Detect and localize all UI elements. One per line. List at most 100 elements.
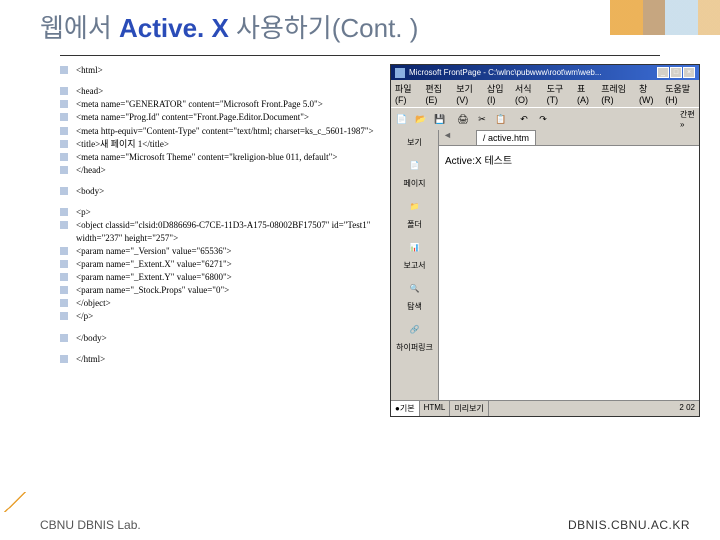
footer-left: CBNU DBNIS Lab. [40, 518, 141, 532]
menubar: 파일(F) 편집(E) 보기(V) 삽입(I) 서식(O) 도구(T) 표(A) 프레임(R)… [391, 80, 699, 107]
code-line: <meta http-equiv="Content-Type" content=… [60, 125, 375, 137]
menu-item[interactable]: 보기(V) [456, 82, 479, 105]
code-text: <body> [76, 185, 104, 197]
work-area: 보기 📄페이지📁폴더📊보고서🔍탐색🔗하이퍼링크 ◄ / active.htm Ac… [391, 130, 699, 400]
bullet-icon [60, 299, 68, 307]
frontpage-window: Microsoft FrontPage - C:\wlnc\pubwww\roo… [390, 64, 700, 417]
sidebar-item: 보기 [391, 134, 438, 151]
menu-item[interactable]: 편집(E) [425, 82, 448, 105]
print-button[interactable]: 🖨 [454, 110, 472, 128]
bullet-icon [60, 100, 68, 108]
bullet-icon [60, 355, 68, 363]
sidebar-item[interactable]: 📊보고서 [391, 233, 438, 274]
close-button[interactable]: × [683, 67, 695, 78]
bullet-icon [60, 312, 68, 320]
bullet-icon [60, 273, 68, 281]
code-listing: <html> <head><meta name="GENERATOR" conte… [60, 64, 375, 417]
sidebar-item[interactable]: 🔍탐색 [391, 274, 438, 315]
code-line: <param name="_Extent.Y" value="6800"> [60, 271, 375, 283]
sidebar-item[interactable]: 📄페이지 [391, 151, 438, 192]
view-html-tab[interactable]: HTML [420, 401, 451, 416]
menu-item[interactable]: 도움말(H) [665, 82, 695, 105]
view-normal-tab[interactable]: ●기본 [391, 401, 420, 416]
footer: CBNU DBNIS Lab. DBNIS.CBNU.AC.KR [0, 518, 720, 532]
code-text: <param name="_Extent.X" value="6271"> [76, 258, 232, 270]
sidebar-label: 폴더 [391, 219, 438, 230]
header-rule [60, 55, 660, 56]
status-right: 2 02 [675, 401, 699, 416]
app-icon [395, 68, 405, 78]
header-decoration [610, 0, 720, 35]
views-sidebar: 보기 📄페이지📁폴더📊보고서🔍탐색🔗하이퍼링크 [391, 130, 439, 400]
menu-item[interactable]: 파일(F) [395, 82, 417, 105]
corner-decoration [0, 492, 30, 512]
code-text: </html> [76, 353, 105, 365]
editor-canvas[interactable]: Active:X 테스트 [439, 146, 699, 400]
maximize-button[interactable]: □ [670, 67, 682, 78]
menu-item[interactable]: 서식(O) [515, 82, 539, 105]
bullet-icon [60, 260, 68, 268]
code-text: </object> [76, 297, 111, 309]
window-title: Microsoft FrontPage - C:\wlnc\pubwww\roo… [409, 68, 653, 77]
code-line: <html> [60, 64, 375, 76]
separator [511, 110, 514, 128]
tab-prev[interactable]: ◄ [439, 130, 456, 145]
code-line: <meta name="GENERATOR" content="Microsof… [60, 98, 375, 110]
main-area: ◄ / active.htm Active:X 테스트 [439, 130, 699, 400]
code-text: <param name="_Version" value="65536"> [76, 245, 231, 257]
bullet-icon [60, 187, 68, 195]
menu-item[interactable]: 표(A) [577, 82, 593, 105]
bullet-icon [60, 166, 68, 174]
document-tabs: ◄ / active.htm [439, 130, 699, 146]
code-text: <param name="_Stock.Props" value="0"> [76, 284, 229, 296]
undo-button[interactable]: ↶ [515, 110, 533, 128]
code-text: </head> [76, 164, 106, 176]
copy-button[interactable]: 📋 [492, 110, 510, 128]
sidebar-label: 보기 [391, 137, 438, 148]
open-button[interactable]: 📂 [412, 110, 430, 128]
redo-button[interactable]: ↷ [534, 110, 552, 128]
cut-button[interactable]: ✂ [473, 110, 491, 128]
bullet-icon [60, 113, 68, 121]
slide-title: 웹에서 Active. X 사용하기(Cont. ) [40, 8, 418, 45]
code-text: <title>새 페이지 1</title> [76, 138, 169, 150]
title-part3: 사용하기(Cont. ) [236, 13, 418, 43]
menu-item[interactable]: 도구(T) [547, 82, 569, 105]
code-text: <param name="_Extent.Y" value="6800"> [76, 271, 232, 283]
menu-item[interactable]: 창(W) [639, 82, 657, 105]
bullet-icon [60, 221, 68, 229]
bullet-icon [60, 153, 68, 161]
sidebar-item[interactable]: 📁폴더 [391, 192, 438, 233]
menu-item[interactable]: 프레임(R) [601, 82, 631, 105]
title-part1: 웹에서 [40, 13, 119, 43]
view-preview-tab[interactable]: 미리보기 [450, 401, 488, 416]
minimize-button[interactable]: _ [657, 67, 669, 78]
code-text: <meta name="Microsoft Theme" content="kr… [76, 151, 337, 163]
code-line: </body> [60, 332, 375, 344]
code-text: <p> [76, 206, 91, 218]
title-part2: Active. X [119, 13, 236, 43]
menu-item[interactable]: 삽입(I) [487, 82, 507, 105]
code-line: <param name="_Version" value="65536"> [60, 245, 375, 257]
bullet-icon [60, 87, 68, 95]
sidebar-label: 페이지 [391, 178, 438, 189]
code-line: <head> [60, 85, 375, 97]
sidebar-item[interactable]: 🔗하이퍼링크 [391, 315, 438, 356]
sidebar-icon: 🔍 [404, 277, 426, 299]
code-line: <title>새 페이지 1</title> [60, 138, 375, 150]
statusbar: ●기본 HTML 미리보기 2 02 [391, 400, 699, 416]
bullet-icon [60, 208, 68, 216]
code-line: <meta name="Prog.Id" content="Front.Page… [60, 111, 375, 123]
save-button[interactable]: 💾 [431, 110, 449, 128]
more-button[interactable]: 간편 » [679, 110, 697, 128]
footer-right: DBNIS.CBNU.AC.KR [568, 518, 690, 532]
toolbar: 📄 📂 💾 🖨 ✂ 📋 ↶ ↷ 간편 » [391, 107, 699, 130]
document-tab[interactable]: / active.htm [476, 130, 536, 145]
new-button[interactable]: 📄 [393, 110, 411, 128]
code-line: </p> [60, 310, 375, 322]
window-buttons: _ □ × [657, 67, 695, 78]
code-line: </html> [60, 353, 375, 365]
code-text: </body> [76, 332, 107, 344]
bullet-icon [60, 66, 68, 74]
code-line: <p> [60, 206, 375, 218]
